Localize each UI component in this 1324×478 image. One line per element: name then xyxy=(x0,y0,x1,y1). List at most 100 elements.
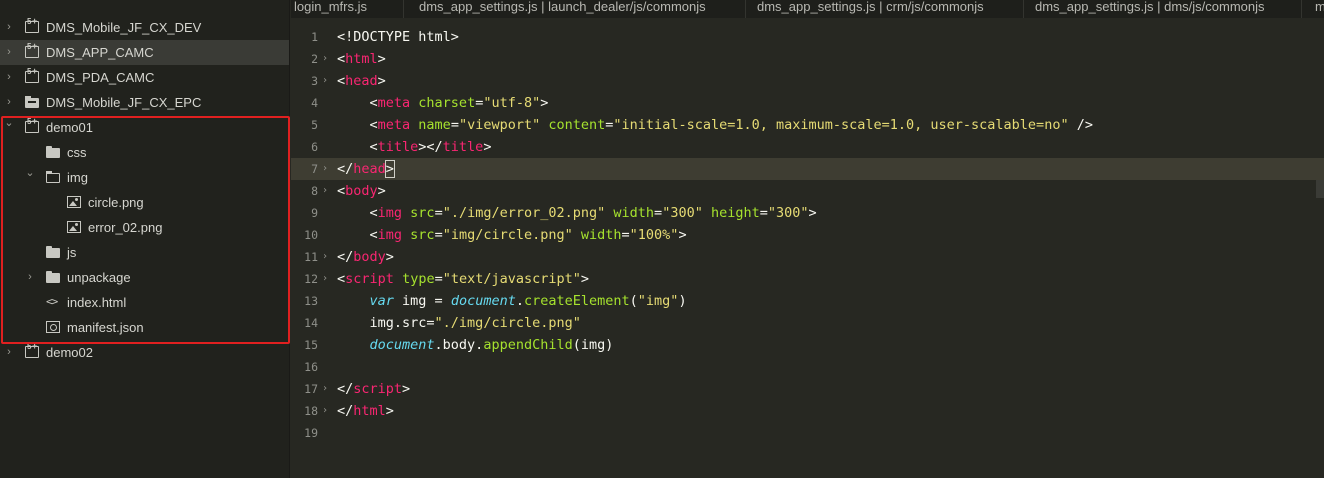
line-number: 1 xyxy=(311,30,318,44)
tree-item-dms-pda-camc[interactable]: › DMS_PDA_CAMC xyxy=(0,65,289,90)
tree-item-circle-png[interactable]: circle.png xyxy=(0,190,289,215)
fold-arrow-icon[interactable]: › xyxy=(322,378,332,400)
code-line[interactable]: 8 › <body> xyxy=(291,180,1324,202)
tree-item-img[interactable]: ⌄ img xyxy=(0,165,289,190)
tab-divider xyxy=(403,0,404,18)
chevron-down-icon[interactable]: ⌄ xyxy=(24,161,36,186)
editor-tab-bar: login_mfrs.js dms_app_settings.js | launc… xyxy=(291,0,1324,18)
line-number: 8 xyxy=(311,184,318,198)
tree-item-dms-app-camc[interactable]: › DMS_APP_CAMC xyxy=(0,40,289,65)
tree-item-label: DMS_PDA_CAMC xyxy=(46,70,155,85)
tree-item-css[interactable]: css xyxy=(0,140,289,165)
tree-item-label: css xyxy=(67,145,87,160)
code-line[interactable]: 9 <img src="./img/error_02.png" width="3… xyxy=(291,202,1324,224)
code-line[interactable]: 10 <img src="img/circle.png" width="100%… xyxy=(291,224,1324,246)
editor-tab[interactable]: dms_app_settings.js | launch_dealer/js/c… xyxy=(419,0,706,18)
code-text: <html> xyxy=(337,51,386,67)
code-line[interactable]: 12 › <script type="text/javascript"> xyxy=(291,268,1324,290)
project-folder-icon xyxy=(25,96,39,108)
code-text: <img src="img/circle.png" width="100%"> xyxy=(337,227,687,243)
tree-item-label: error_02.png xyxy=(88,220,163,235)
code-line[interactable]: 11 › </body> xyxy=(291,246,1324,268)
code-line[interactable]: 3 › <head> xyxy=(291,70,1324,92)
code-line[interactable]: 14 img.src="./img/circle.png" xyxy=(291,312,1324,334)
code-text: <meta name="viewport" content="initial-s… xyxy=(337,117,1093,133)
code-line[interactable]: 16 xyxy=(291,356,1324,378)
tab-divider xyxy=(1301,0,1302,18)
code-text: <img src="./img/error_02.png" width="300… xyxy=(337,205,817,221)
tree-item-label: img xyxy=(67,170,88,185)
line-number: 18 xyxy=(304,404,318,418)
tree-item-label: index.html xyxy=(67,295,127,310)
image-file-icon xyxy=(67,196,81,208)
chevron-right-icon[interactable]: › xyxy=(24,265,36,290)
tree-item-label: js xyxy=(67,245,77,260)
line-number: 14 xyxy=(304,316,318,330)
line-number: 7 xyxy=(311,162,318,176)
code-text: <title></title> xyxy=(337,139,492,155)
fold-arrow-icon[interactable]: › xyxy=(322,48,332,70)
fold-arrow-icon[interactable]: › xyxy=(322,400,332,422)
settings-file-icon xyxy=(46,321,60,333)
chevron-right-icon[interactable]: › xyxy=(3,340,15,365)
code-text: document.body.appendChild(img) xyxy=(369,337,614,353)
code-text: <!DOCTYPE html> xyxy=(337,29,459,45)
code-line[interactable]: 17 › </script> xyxy=(291,378,1324,400)
tree-item-label: DMS_APP_CAMC xyxy=(46,45,154,60)
code-text: img.src="./img/circle.png" xyxy=(337,315,581,331)
chevron-right-icon[interactable]: › xyxy=(3,15,15,40)
code-text: <head> xyxy=(337,73,386,89)
tree-item-error-02-png[interactable]: error_02.png xyxy=(0,215,289,240)
chevron-down-icon[interactable]: ⌄ xyxy=(3,111,15,136)
code-line[interactable]: 18 › </html> xyxy=(291,400,1324,422)
tree-item-unpackage[interactable]: › unpackage xyxy=(0,265,289,290)
fold-arrow-icon[interactable]: › xyxy=(322,70,332,92)
chevron-right-icon[interactable]: › xyxy=(3,40,15,65)
fold-arrow-icon[interactable]: › xyxy=(322,180,332,202)
folder-icon xyxy=(46,146,60,158)
fold-arrow-icon[interactable]: › xyxy=(322,268,332,290)
tree-item-label: DMS_Mobile_JF_CX_DEV xyxy=(46,20,202,35)
tree-item-demo02[interactable]: › demo02 xyxy=(0,340,289,365)
code-file-icon: <> xyxy=(46,295,58,308)
folder-icon xyxy=(46,271,60,283)
fold-arrow-icon[interactable]: › xyxy=(322,246,332,268)
code-text: </html> xyxy=(337,403,394,419)
project-icon xyxy=(25,115,39,133)
line-number: 19 xyxy=(304,426,318,440)
tree-item-dms-mobile-jf-cx-epc[interactable]: › DMS_Mobile_JF_CX_EPC xyxy=(0,90,289,115)
editor-tab[interactable]: dms_app_settings.js | crm/js/commonjs xyxy=(757,0,984,18)
line-number: 6 xyxy=(311,140,318,154)
code-line[interactable]: 7 › </head> xyxy=(291,158,1324,180)
code-text: <meta charset="utf-8"> xyxy=(337,95,549,111)
line-number: 13 xyxy=(304,294,318,308)
line-number: 9 xyxy=(311,206,318,220)
editor-tab[interactable]: m xyxy=(1315,0,1324,18)
code-line[interactable]: 13 var img = document.createElement("img… xyxy=(291,290,1324,312)
code-line[interactable]: 4 <meta charset="utf-8"> xyxy=(291,92,1324,114)
editor-tab[interactable]: login_mfrs.js xyxy=(294,0,367,18)
chevron-right-icon[interactable]: › xyxy=(3,65,15,90)
tree-item-index-html[interactable]: <> index.html xyxy=(0,290,289,315)
code-line[interactable]: 19 xyxy=(291,422,1324,444)
editor-tab[interactable]: dms_app_settings.js | dms/js/commonjs xyxy=(1035,0,1265,18)
line-number: 2 xyxy=(311,52,318,66)
project-icon xyxy=(25,340,39,358)
tree-item-dms-mobile-jf-cx-dev[interactable]: › DMS_Mobile_JF_CX_DEV xyxy=(0,15,289,40)
code-line[interactable]: 15 document.body.appendChild(img) xyxy=(291,334,1324,356)
tree-item-manifest-json[interactable]: manifest.json xyxy=(0,315,289,340)
tree-item-label: manifest.json xyxy=(67,320,144,335)
code-line[interactable]: 1 <!DOCTYPE html> xyxy=(291,26,1324,48)
tree-item-label: demo01 xyxy=(46,120,93,135)
code-line[interactable]: 6 <title></title> xyxy=(291,136,1324,158)
tree-item-js[interactable]: js xyxy=(0,240,289,265)
line-number: 12 xyxy=(304,272,318,286)
tree-item-demo01[interactable]: ⌄demo01 xyxy=(0,115,289,140)
line-number: 16 xyxy=(304,360,318,374)
code-text: </body> xyxy=(337,249,394,265)
code-editor[interactable]: 1 <!DOCTYPE html> 2 › <html> 3 › <head> 4 <meta … xyxy=(291,18,1324,478)
code-line[interactable]: 2 › <html> xyxy=(291,48,1324,70)
fold-arrow-icon[interactable]: › xyxy=(322,158,332,180)
tab-divider xyxy=(745,0,746,18)
code-line[interactable]: 5 <meta name="viewport" content="initial… xyxy=(291,114,1324,136)
